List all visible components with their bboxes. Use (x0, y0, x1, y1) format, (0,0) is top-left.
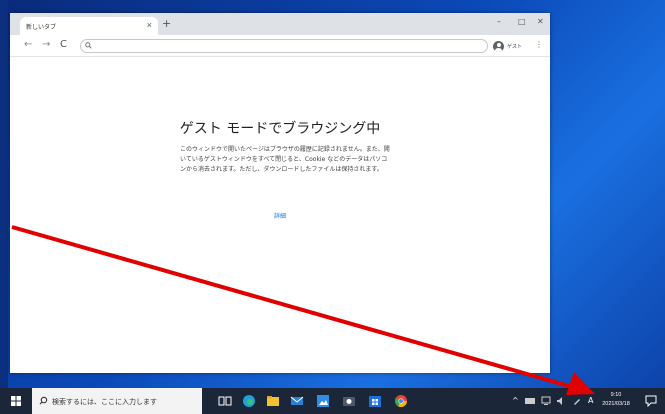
maximize-button[interactable]: □ (518, 17, 526, 26)
clock-time: 9:10 (610, 392, 622, 398)
page-title: ゲスト モードでブラウジング中 (179, 121, 381, 137)
title-bar: 新しいタブ × + – □ ✕ (10, 13, 550, 35)
minimize-button[interactable]: – (497, 17, 501, 26)
start-button[interactable] (0, 388, 32, 414)
system-clock[interactable]: 9:10 2021/03/18 (596, 391, 636, 409)
file-explorer-icon[interactable] (266, 394, 280, 408)
tray-app-icon[interactable] (525, 397, 535, 405)
network-icon[interactable] (541, 396, 551, 406)
guest-avatar-icon (493, 40, 504, 52)
forward-button[interactable]: → (42, 39, 50, 51)
search-placeholder: 検索するには、ここに入力します (52, 399, 157, 406)
notification-icon[interactable] (645, 395, 657, 407)
taskbar-search-box[interactable]: 検索するには、ここに入力します (32, 388, 202, 414)
ime-indicator[interactable]: A (588, 396, 593, 406)
desktop-background-strip (0, 0, 8, 388)
store-icon[interactable] (368, 394, 382, 408)
tab-title: 新しいタブ (26, 25, 57, 31)
address-bar[interactable] (80, 39, 488, 53)
photos-icon[interactable] (316, 394, 330, 408)
edge-icon[interactable] (242, 394, 256, 408)
browser-menu-icon[interactable]: ⋮ (535, 40, 543, 50)
page-description: このウィンドウで開いたページはブラウザの履歴に記録されません。また、開いているゲ… (180, 146, 390, 173)
task-view-icon[interactable] (218, 394, 232, 408)
chrome-icon[interactable] (394, 394, 408, 408)
search-icon (85, 42, 92, 49)
tab-new-tab[interactable]: 新しいタブ × (20, 17, 158, 35)
profile-label: ゲスト (507, 43, 523, 50)
back-button[interactable]: ← (24, 39, 32, 51)
guest-page: ゲスト モードでブラウジング中 このウィンドウで開いたページはブラウザの履歴に記… (10, 58, 550, 373)
search-icon (39, 396, 48, 405)
chrome-guest-window: 新しいタブ × + – □ ✕ ← → C ゲスト ⋮ ゲスト モードでブラウジ… (10, 13, 550, 373)
camera-icon[interactable] (342, 394, 356, 408)
close-window-button[interactable]: ✕ (537, 17, 544, 26)
browser-toolbar: ← → C ゲスト ⋮ (10, 35, 550, 57)
pen-icon[interactable] (572, 396, 582, 406)
learn-more-link[interactable]: 詳細 (10, 211, 550, 220)
windows-logo-icon (11, 396, 21, 406)
clock-date: 2021/03/18 (602, 401, 630, 407)
windows-taskbar: 検索するには、ここに入力します ^ A 9:10 2021/03/18 (0, 388, 665, 414)
address-input[interactable] (95, 41, 475, 51)
new-tab-button[interactable]: + (162, 18, 171, 30)
tray-chevron-icon[interactable]: ^ (512, 396, 519, 406)
tab-close-icon[interactable]: × (147, 20, 152, 30)
volume-icon[interactable] (556, 396, 566, 406)
mail-icon[interactable] (290, 394, 304, 408)
reload-button[interactable]: C (60, 39, 67, 51)
guest-profile-button[interactable]: ゲスト (493, 39, 522, 53)
